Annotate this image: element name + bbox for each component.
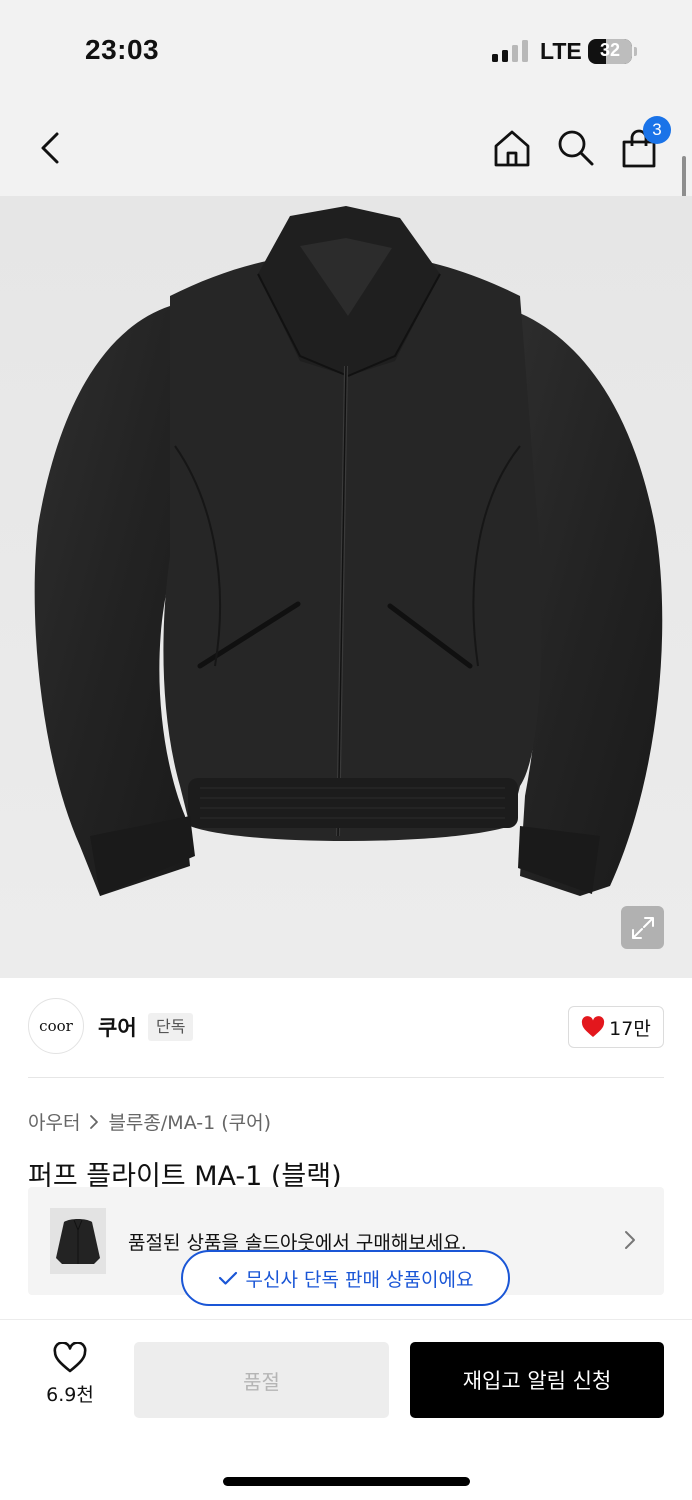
status-bar: 23:03 LTE 32 <box>0 0 692 100</box>
brand-like-count: 17만 <box>609 1017 651 1040</box>
cart-badge: 3 <box>643 116 671 144</box>
chevron-right-icon <box>90 1114 99 1129</box>
home-indicator[interactable] <box>223 1477 470 1486</box>
brand-logo[interactable]: coor <box>28 998 84 1054</box>
product-thumbnail <box>50 1208 106 1274</box>
heart-outline-icon <box>53 1342 87 1373</box>
chevron-left-icon <box>41 132 59 164</box>
battery-level: 32 <box>599 40 621 60</box>
status-time: 23:03 <box>85 34 160 65</box>
breadcrumb-category[interactable]: 아우터 <box>28 1108 80 1135</box>
home-button[interactable] <box>490 126 534 170</box>
battery-tip <box>634 47 637 56</box>
brand-logo-text: coor <box>39 1017 73 1035</box>
jacket-photo <box>0 196 692 978</box>
search-icon <box>558 130 594 166</box>
exclusive-sale-text: 무신사 단독 판매 상품이에요 <box>245 1268 474 1291</box>
brand-name[interactable]: 쿠어 <box>98 1012 137 1042</box>
top-nav-bar: 3 <box>0 100 692 196</box>
check-icon <box>218 1271 237 1285</box>
battery-icon: 32 <box>588 39 632 64</box>
signal-icon <box>492 40 530 62</box>
breadcrumb: 아우터 블루종/MA-1 (쿠어) <box>28 1108 271 1135</box>
network-type: LTE <box>540 38 582 64</box>
brand-like-button[interactable]: 17만 <box>568 1006 664 1048</box>
home-icon <box>494 130 530 167</box>
expand-image-button[interactable] <box>621 906 664 949</box>
restock-alert-button[interactable]: 재입고 알림 신청 <box>410 1342 664 1418</box>
cart-button[interactable]: 3 <box>617 116 671 170</box>
product-image[interactable] <box>0 196 692 978</box>
wishlist-button[interactable]: 6.9천 <box>30 1342 110 1418</box>
exclusive-sale-badge: 무신사 단독 판매 상품이에요 <box>181 1250 510 1306</box>
expand-icon <box>631 916 654 939</box>
back-button[interactable] <box>28 126 72 170</box>
chevron-right-icon <box>620 1228 640 1252</box>
breadcrumb-subcategory[interactable]: 블루종/MA-1 (쿠어) <box>108 1108 271 1135</box>
bottom-bar-divider <box>0 1319 692 1320</box>
divider <box>28 1077 664 1078</box>
exclusive-tag: 단독 <box>148 1013 194 1041</box>
heart-filled-icon <box>582 1016 605 1037</box>
wishlist-count: 6.9천 <box>46 1384 94 1406</box>
search-button[interactable] <box>553 126 597 170</box>
soldout-button: 품절 <box>134 1342 389 1418</box>
